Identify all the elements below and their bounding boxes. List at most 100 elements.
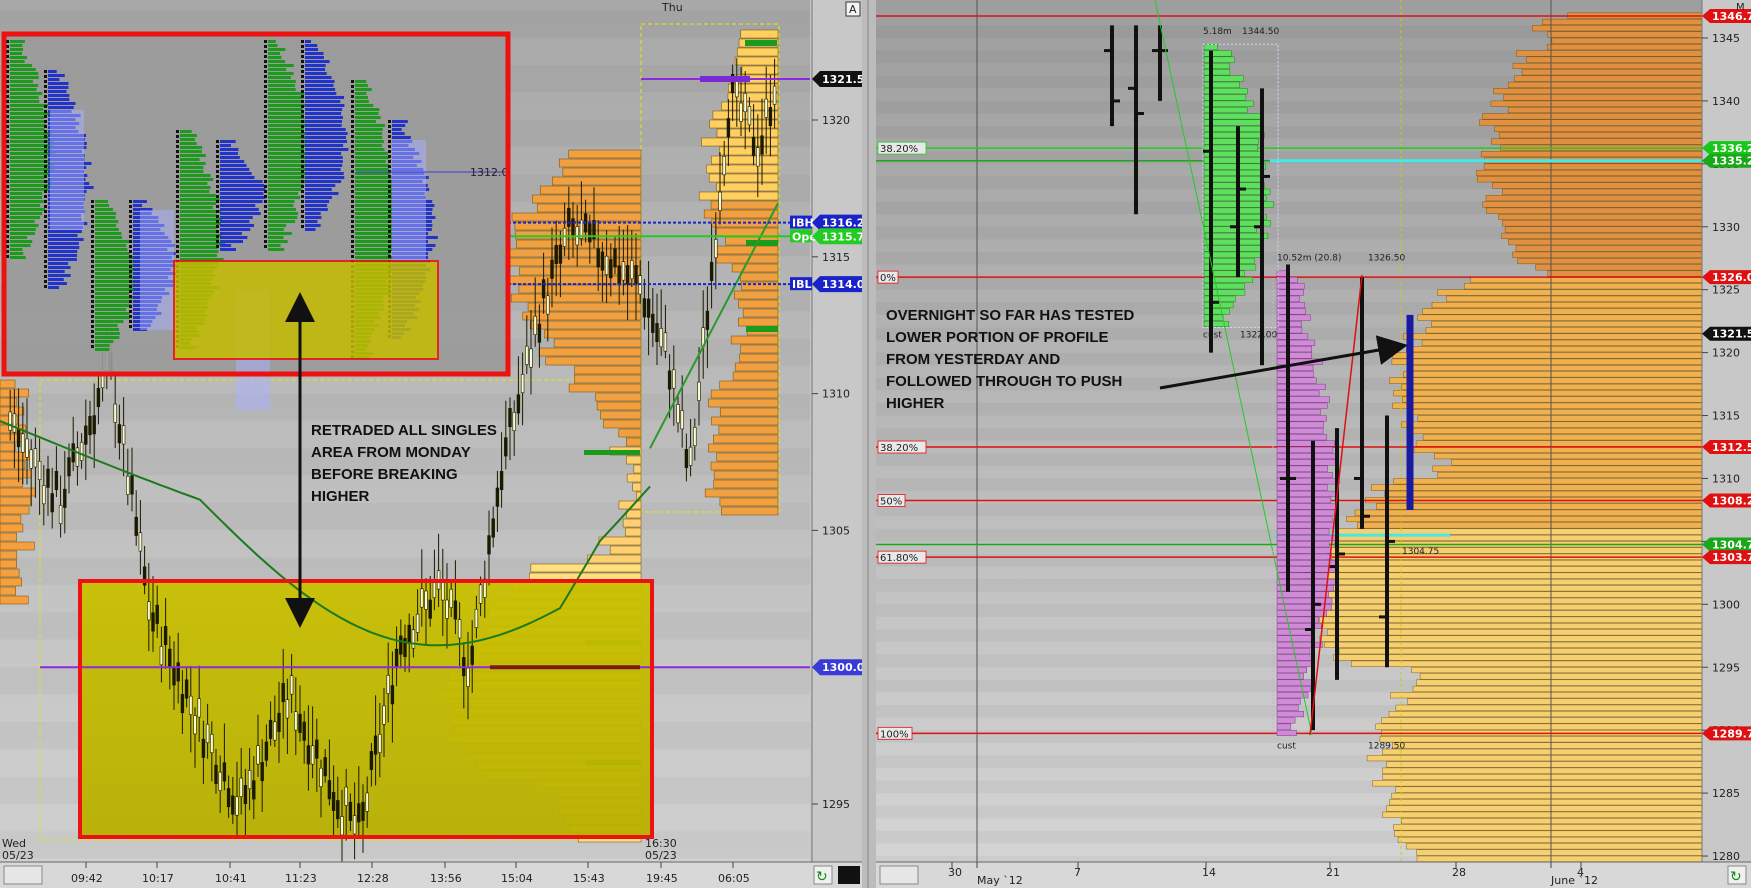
left-chart-panel[interactable]: 1312.0 RETRADED ALL SINGLES AREA FROM MO… — [0, 0, 872, 888]
tpo-letter — [301, 225, 304, 228]
y-tick-label: 1320 — [1712, 347, 1740, 360]
tpo-letter — [388, 240, 391, 243]
violet-profile-row — [1276, 471, 1333, 478]
inset-profile-row — [305, 152, 342, 155]
inset-profile-row — [305, 40, 312, 43]
inset-profile-row — [220, 184, 265, 187]
composite-profile-row — [1485, 195, 1703, 202]
candle — [508, 408, 512, 428]
composite-profile-row — [1410, 409, 1703, 416]
composite-profile-row — [1401, 421, 1703, 428]
volume-profile-row — [740, 344, 779, 354]
tpo-letter — [91, 310, 94, 313]
left-scroll-thumb[interactable] — [3, 865, 43, 885]
inset-profile-row — [10, 136, 49, 139]
tpo-letter — [129, 200, 132, 203]
volume-profile-row — [708, 398, 779, 408]
tpo-letter — [91, 275, 94, 278]
inset-profile-row — [10, 220, 35, 223]
composite-profile-row — [1431, 302, 1703, 309]
candle — [336, 800, 340, 820]
day-label-wed-date: 05/23 — [2, 849, 34, 862]
candle — [567, 207, 571, 227]
inset-profile-row — [268, 176, 305, 179]
candle — [134, 516, 138, 536]
inset-profile-row — [305, 192, 339, 195]
inset-profile-row — [305, 136, 347, 139]
inset-profile-row — [220, 140, 236, 143]
volume-profile-row — [711, 416, 779, 426]
composite-profile-row — [1393, 478, 1703, 485]
tpo-letter — [388, 175, 391, 178]
candle — [75, 447, 80, 467]
candle — [604, 255, 609, 275]
inset-profile-row — [180, 142, 197, 145]
inset-profile-row — [180, 170, 204, 173]
right-chart-panel[interactable]: 38.20% 50% 61.80% 100% 38.20% 0% 5.18m 1344.50… — [876, 0, 1751, 888]
panel-splitter[interactable] — [862, 0, 876, 888]
tpo-letter — [129, 285, 132, 288]
tpo-letter — [264, 75, 267, 78]
tpo-letter — [301, 190, 304, 193]
y-tick-label: 1305 — [822, 524, 850, 537]
candle — [466, 667, 470, 687]
composite-profile-row — [1432, 465, 1703, 472]
candle — [12, 413, 17, 433]
inset-profile-row — [48, 246, 80, 249]
tpo-letter — [44, 120, 47, 123]
candle — [176, 662, 180, 682]
volume-profile-row — [709, 119, 779, 129]
tpo-letter — [264, 40, 267, 43]
volume-profile-row — [0, 577, 22, 587]
candle — [478, 584, 483, 604]
inset-profile-row — [180, 162, 206, 165]
tpo-letter — [176, 210, 179, 213]
volume-profile-row — [698, 191, 779, 201]
volume-profile-row — [740, 29, 779, 39]
inset-profile-row — [392, 128, 402, 131]
tpo-letter — [176, 175, 179, 178]
tpo-letter — [264, 100, 267, 103]
candle — [147, 601, 151, 621]
volume-profile-row — [703, 209, 779, 219]
svg-text:1335.25: 1335.25 — [1712, 155, 1751, 168]
volume-profile-row — [714, 245, 779, 255]
volume-profile-row — [734, 56, 779, 66]
inset-profile-row — [95, 244, 127, 247]
tpo-letter — [176, 195, 179, 198]
inset-profile-row — [95, 220, 119, 223]
inset-profile-row — [355, 204, 399, 207]
inset-profile-row — [355, 128, 383, 131]
tpo-letter — [351, 200, 354, 203]
volume-profile-row — [713, 434, 779, 444]
candle — [256, 745, 260, 765]
inset-profile-row — [355, 176, 392, 179]
inset-profile-row — [220, 212, 261, 215]
tpo-letter — [388, 135, 391, 138]
candle — [499, 471, 504, 491]
tpo-letter — [264, 50, 267, 53]
volume-profile-row — [543, 329, 642, 339]
candle — [407, 624, 411, 644]
tpo-letter — [44, 270, 47, 273]
left-price-axis[interactable] — [812, 0, 862, 862]
tpo-letter — [351, 125, 354, 128]
inset-profile-row — [220, 196, 266, 199]
volume-profile-row — [742, 308, 779, 318]
candle — [264, 741, 269, 761]
right-scroll-thumb[interactable] — [879, 865, 919, 885]
composite-profile-row — [1498, 132, 1703, 139]
tpo-letter — [129, 325, 132, 328]
inset-profile-row — [220, 224, 254, 227]
price-tag: 1308.25 — [1702, 493, 1751, 508]
tpo-letter — [388, 125, 391, 128]
candle — [382, 705, 386, 725]
price-band — [0, 503, 810, 530]
tpo-letter — [301, 55, 304, 58]
volume-profile-row — [596, 401, 642, 411]
volume-profile-row — [598, 536, 642, 546]
tpo-letter — [264, 120, 267, 123]
candle — [344, 786, 348, 806]
volume-profile-row — [732, 371, 779, 381]
composite-profile-row — [1326, 629, 1703, 636]
